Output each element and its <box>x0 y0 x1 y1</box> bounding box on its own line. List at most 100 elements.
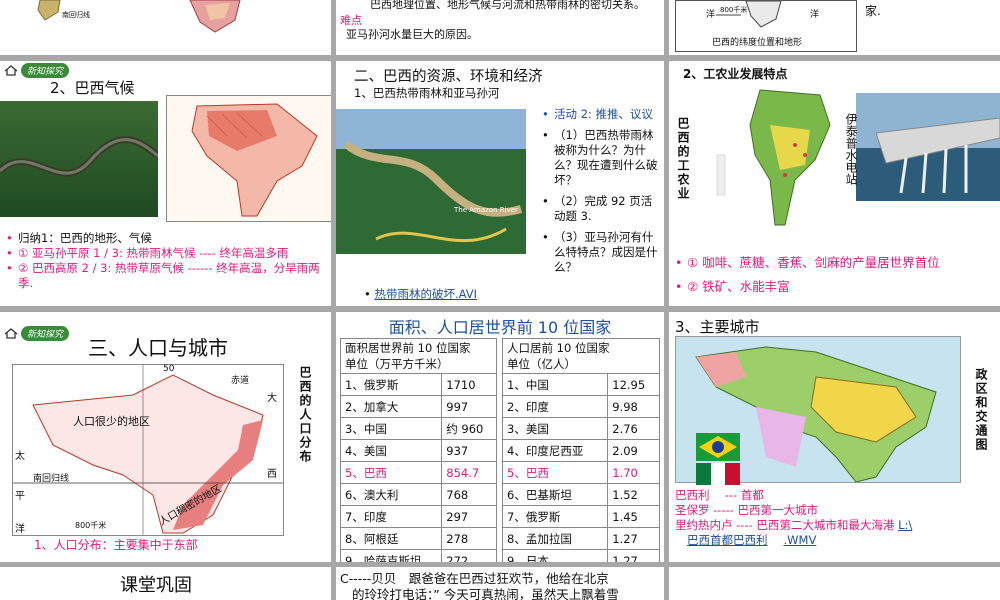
population-ranking-table: 人口居前 10 位国家 单位（亿人） 1、中国 12.95 2、印度 9.98 3、美国 2… <box>501 338 660 562</box>
slide-2[interactable]: 巴西地理位置、地形气候与河流和热带雨林的密切关系。 难点 亚马孙河水量巨大的原因… <box>336 0 664 55</box>
pop-header-line-1: 人口居前 10 位国家 <box>507 341 610 355</box>
table-row: 4、印度尼西亚 2.09 <box>501 439 660 462</box>
table-row: 9、哈萨克斯坦 272 <box>339 549 497 562</box>
difficult-line: 亚马孙河水量巨大的原因。 <box>346 28 478 41</box>
area-country-cell: 1、俄罗斯 <box>339 373 443 396</box>
lat-label: 50 <box>163 364 175 374</box>
pop-header-line-2: 单位（亿人） <box>507 357 576 371</box>
key-point-line: 巴西地理位置、地形气候与河流和热带雨林的密切关系。 <box>370 0 645 11</box>
climate-map-drawing <box>191 103 318 217</box>
slide-1[interactable]: 南回归线 <box>0 0 331 55</box>
area-value-cell: 1710 <box>441 373 497 396</box>
slide-8-rankings[interactable]: 面积、人口居世界前 10 位国家 面积居世界前 10 位国家 单位（万平方千米） … <box>336 312 664 562</box>
slide-12-blank[interactable] <box>669 567 1000 600</box>
ocean-west: 西 <box>267 469 277 480</box>
house-icon <box>4 65 18 76</box>
climate-summary-list: 归纳1：巴西的地形、气候 ① 亚马孙平原 1 / 3: 热带雨林气候 ---- … <box>6 231 326 291</box>
brazil-map-thumbnail <box>37 0 241 33</box>
latitude-map-drawing <box>716 1 782 28</box>
ocean-ping: 平 <box>15 491 25 502</box>
pop-country-cell: 4、印度尼西亚 <box>501 439 609 462</box>
mexico-flag-icon <box>696 463 740 485</box>
area-country-cell: 2、加拿大 <box>339 395 443 418</box>
equator-label: 赤道 <box>231 376 250 386</box>
vertical-label: 巴西的工农业 <box>676 117 690 201</box>
slide-title: 2、巴西气候 <box>50 79 135 97</box>
latitude-map: 洋 800千米 洋 巴西的纬度位置和地形 <box>675 0 857 52</box>
pop-header: 人口居前 10 位国家 单位（亿人） <box>502 338 660 374</box>
slide-6-industry[interactable]: 2、工农业发展特点 巴西的工农业 伊泰普水电站 ① 咖啡、蔗糖、香蕉、剑麻的产量… <box>669 61 1000 306</box>
area-country-cell: 4、美国 <box>339 439 443 462</box>
area-country-cell: 9、哈萨克斯坦 <box>339 549 443 562</box>
area-header-line-1: 面积居世界前 10 位国家 <box>345 341 471 355</box>
question-2: （2）完成 92 页活动题 3. <box>542 194 660 224</box>
population-map-drawing <box>13 365 283 535</box>
itaipu-dam-photo <box>856 93 1000 201</box>
pop-value-cell: 1.70 <box>607 461 660 484</box>
table-row: 9、日本 1.27 <box>501 549 660 562</box>
slide-9-cities[interactable]: 3、主要城市 政区和交通图 巴西利 --- 首都 圣保罗 ----- 巴西第一大… <box>669 312 1000 562</box>
slide-11-exercise[interactable]: C-----贝贝 跟爸爸在巴西过狂欢节，他给在北京 的玲玲打电话：” 今天可真热… <box>336 567 664 600</box>
photo-caption: The Amazon River <box>453 206 518 214</box>
video-link-drive[interactable]: L:\ <box>898 518 912 532</box>
table-row: 8、阿根廷 278 <box>339 527 497 550</box>
area-value-cell: 约 960 <box>441 417 497 440</box>
activity-block: 活动 2: 推推、议议 （1）巴西热带雨林被称为什么？为什么？现在遭到什么破坏？… <box>542 107 660 275</box>
table-row: 7、俄罗斯 1.45 <box>501 505 660 528</box>
table-row: 2、加拿大 997 <box>339 395 497 418</box>
pop-country-cell: 2、印度 <box>501 395 609 418</box>
population-footer: 1、人口分布：主要集中于东部 <box>34 538 198 552</box>
house-icon <box>4 328 18 339</box>
ocean-yang: 洋 <box>15 524 25 535</box>
slide-10-review[interactable]: 课堂巩固 <box>0 567 331 600</box>
capital-video-link[interactable]: 巴西首都巴西利 <box>687 533 768 547</box>
ocean-tai: 太 <box>15 451 25 462</box>
pop-value-cell: 1.27 <box>607 527 660 550</box>
industry-item-1: ① 咖啡、蔗糖、香蕉、剑麻的产量居世界首位 <box>675 255 995 271</box>
activity-title: 活动 2: 推推、议议 <box>542 107 660 122</box>
slide-5-resources[interactable]: 二、巴西的资源、环境和经济 1、巴西热带雨林和亚马孙河 The Amazon R… <box>336 61 664 306</box>
area-value-cell: 768 <box>441 483 497 506</box>
slide-title: 二、巴西的资源、环境和经济 <box>354 69 543 85</box>
table-row: 7、印度 297 <box>339 505 497 528</box>
brazil-flag-icon <box>696 433 740 461</box>
pop-country-cell: 1、中国 <box>501 373 609 396</box>
pop-value-cell: 1.45 <box>607 505 660 528</box>
ocean-right: 洋 <box>810 10 820 20</box>
vertical-label: 巴西的人口分布 <box>298 366 312 464</box>
summary-heading: 归纳1：巴西的地形、气候 <box>6 231 326 246</box>
area-country-cell: 3、中国 <box>339 417 443 440</box>
pop-country-cell: 6、巴基斯坦 <box>501 483 609 506</box>
rainforest-video-link[interactable]: 热带雨林的破坏.AVI <box>374 287 477 301</box>
amazon-river-aerial-photo: The Amazon River <box>336 109 526 254</box>
question-1: （1）巴西热带雨林被称为什么？为什么？现在遭到什么破坏？ <box>542 128 660 188</box>
activity-list: 活动 2: 推推、议议 （1）巴西热带雨林被称为什么？为什么？现在遭到什么破坏？… <box>542 107 660 275</box>
capital-video-ext[interactable]: .WMV <box>784 533 817 547</box>
ocean-left: 洋 <box>706 10 716 20</box>
city-capital: 巴西利 --- 首都 <box>675 488 764 502</box>
area-country-cell: 6、澳大利 <box>339 483 443 506</box>
tropic-label: 南回归线 <box>33 474 70 484</box>
industry-list: ① 咖啡、蔗糖、香蕉、剑麻的产量居世界首位 ② 铁矿、水能丰富 <box>675 255 995 295</box>
pop-country-cell: 3、美国 <box>501 417 609 440</box>
map-scale: 800千米 <box>720 6 748 14</box>
tropic-label: 南回归线 <box>62 11 90 19</box>
area-country-cell: 5、巴西 <box>339 461 443 484</box>
slide-4-climate[interactable]: 新知探究 2、巴西气候 归纳1：巴西的地形、气候 ① 亚马孙平原 1 / 3: … <box>0 61 331 306</box>
industry-map-drawing <box>716 89 831 226</box>
table-row: 1、俄罗斯 1710 <box>339 373 497 396</box>
summary-item-2: ② 巴西高原 2 / 3: 热带草原气候 ------ 终年高温，分旱雨两季. <box>6 261 326 291</box>
city-saopaulo: 圣保罗 ----- 巴西第一大城市 <box>675 503 819 517</box>
industry-map <box>715 85 845 235</box>
exercise-line-2: 的玲玲打电话：” 今天可真热闹，虽然天上飘着雪 <box>352 587 619 600</box>
pop-value-cell: 12.95 <box>607 373 660 396</box>
slide-3[interactable]: 洋 800千米 洋 巴西的纬度位置和地形 家. <box>669 0 1000 55</box>
climate-map <box>166 95 331 222</box>
bullet-icon: • <box>364 287 375 301</box>
sparse-label: 人口很少的地区 <box>73 415 150 428</box>
pop-value-cell: 2.76 <box>607 417 660 440</box>
question-3: （3）亚马孙河有什么特特点？成因是什么？ <box>542 230 660 275</box>
slide-7-population[interactable]: 新知探究 三、人口与城市 巴西的人口分布 赤道 50 大 人口很少的地区 南回归… <box>0 312 331 562</box>
map-caption: 巴西的纬度位置和地形 <box>712 38 803 48</box>
pop-country-cell: 5、巴西 <box>501 461 609 484</box>
